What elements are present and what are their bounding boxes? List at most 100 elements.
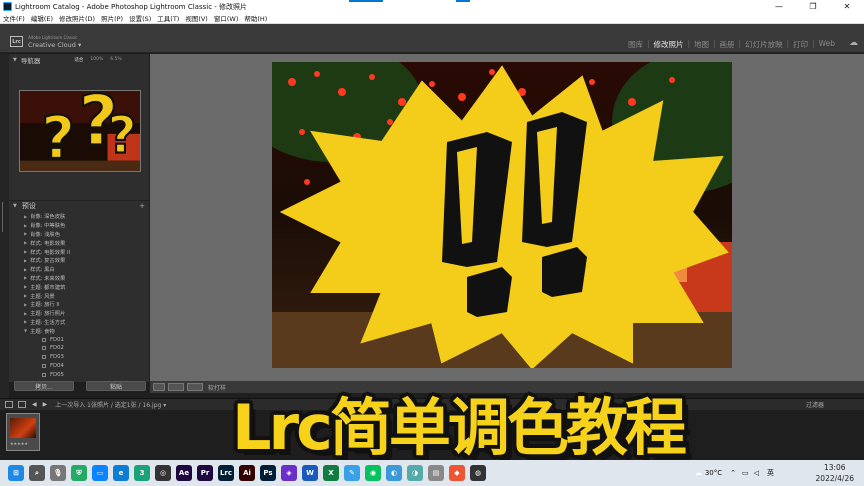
- menu-help[interactable]: 帮助(H): [241, 13, 270, 23]
- search-icon[interactable]: ⌕: [29, 465, 45, 481]
- excel-icon[interactable]: X: [323, 465, 339, 481]
- add-preset-button[interactable]: +: [139, 202, 145, 210]
- photoshop-icon[interactable]: Ps: [260, 465, 276, 481]
- back-arrow-icon[interactable]: ◀: [32, 401, 37, 408]
- mic-icon[interactable]: 🎙: [50, 465, 66, 481]
- network-icon[interactable]: ▭: [742, 469, 749, 477]
- close-button[interactable]: ✕: [830, 0, 864, 13]
- disclosure-triangle-icon[interactable]: ▶: [24, 258, 27, 263]
- presets-header[interactable]: ▼ 预设 +: [9, 200, 149, 210]
- disclosure-triangle-icon[interactable]: ▶: [24, 311, 27, 316]
- preset-group[interactable]: ▶ 肖像: 深色皮肤: [9, 212, 149, 221]
- preset-group[interactable]: ▶ 主题: 都市建筑: [9, 282, 149, 291]
- compare-view-button[interactable]: [168, 383, 184, 391]
- preset-group[interactable]: ▶ 主题: 生活方式: [9, 318, 149, 327]
- zoom-fit[interactable]: 适合: [74, 57, 83, 63]
- menu-photo[interactable]: 照片(P): [98, 13, 126, 23]
- premiere-icon[interactable]: Pr: [197, 465, 213, 481]
- preset-group[interactable]: ▶ 样式: 未来效果: [9, 274, 149, 283]
- weather-temp[interactable]: 30°C: [705, 469, 722, 477]
- navigator-preview[interactable]: ? ? ?: [19, 90, 141, 172]
- disclosure-triangle-icon[interactable]: ▶: [24, 302, 27, 307]
- disclosure-triangle-icon[interactable]: ▶: [24, 231, 27, 236]
- disclosure-triangle-icon[interactable]: ▶: [24, 223, 27, 228]
- menu-develop[interactable]: 修改照片(D): [56, 13, 98, 23]
- loupe-view-button[interactable]: [153, 383, 165, 391]
- preset-group[interactable]: ▶ 主题: 风景: [9, 291, 149, 300]
- disclosure-triangle-icon[interactable]: ▶: [24, 293, 27, 298]
- preset-group[interactable]: ▶ 肖像: 中等肤色: [9, 221, 149, 230]
- filmstrip-thumbnail[interactable]: ★★★★★: [6, 413, 40, 451]
- zoom-custom[interactable]: 6.5%: [110, 57, 121, 63]
- menu-edit[interactable]: 编辑(E): [28, 13, 56, 23]
- preset-item[interactable]: FD02: [9, 344, 149, 353]
- weather-icon[interactable]: ☁: [695, 469, 702, 477]
- disclosure-triangle-icon[interactable]: ▶: [24, 275, 27, 280]
- app7-icon[interactable]: ◆: [449, 465, 465, 481]
- disclosure-triangle-icon[interactable]: ▶: [24, 240, 27, 245]
- edge-icon[interactable]: e: [113, 465, 129, 481]
- before-after-button[interactable]: [187, 383, 203, 391]
- menu-tools[interactable]: 工具(T): [154, 13, 182, 23]
- menu-file[interactable]: 文件(F): [0, 13, 28, 23]
- preset-group[interactable]: ▼ 主题: 食物: [9, 326, 149, 335]
- disclosure-triangle-icon[interactable]: ▶: [24, 267, 27, 272]
- preset-item[interactable]: FD03: [9, 353, 149, 362]
- module-book[interactable]: 画册: [717, 39, 738, 50]
- app4-icon[interactable]: ◐: [386, 465, 402, 481]
- panel-grip[interactable]: [2, 202, 5, 232]
- module-map[interactable]: 地图: [691, 39, 712, 50]
- photo-canvas[interactable]: [150, 54, 864, 381]
- preset-item[interactable]: FD05: [9, 370, 149, 379]
- forward-arrow-icon[interactable]: ▶: [43, 401, 48, 408]
- secondary-window-icon[interactable]: [18, 401, 26, 408]
- illustrator-icon[interactable]: Ai: [239, 465, 255, 481]
- preset-item[interactable]: FD04: [9, 362, 149, 371]
- left-panel-edge[interactable]: [0, 54, 9, 400]
- tray-chevron-icon[interactable]: ⌃: [730, 469, 736, 477]
- menu-view[interactable]: 视图(V): [182, 13, 211, 23]
- main-photo[interactable]: [272, 62, 732, 368]
- minimize-button[interactable]: —: [762, 0, 796, 13]
- volume-icon[interactable]: ◁: [754, 469, 759, 477]
- preset-group[interactable]: ▶ 肖像: 浅肤色: [9, 230, 149, 239]
- module-web[interactable]: Web: [816, 39, 838, 50]
- maximize-button[interactable]: ❐: [796, 0, 830, 13]
- creative-cloud-icon[interactable]: ☁: [849, 38, 858, 48]
- shield-icon[interactable]: ⛨: [71, 465, 87, 481]
- module-develop[interactable]: 修改照片: [650, 39, 686, 50]
- filmstrip-breadcrumb[interactable]: 上一次导入 1张照片 / 选定1张 / 16.jpg ▾: [55, 400, 166, 409]
- preset-item[interactable]: FD01: [9, 335, 149, 344]
- word-icon[interactable]: W: [302, 465, 318, 481]
- disclosure-triangle-icon[interactable]: ▼: [24, 328, 27, 333]
- creative-cloud-menu[interactable]: Creative Cloud ▾: [28, 41, 81, 49]
- collapse-triangle-icon[interactable]: ▼: [13, 57, 17, 63]
- app-icon[interactable]: ◈: [281, 465, 297, 481]
- ime-indicator[interactable]: 英: [767, 468, 774, 478]
- app5-icon[interactable]: ◑: [407, 465, 423, 481]
- preset-group[interactable]: ▶ 主题: 旅行照片: [9, 309, 149, 318]
- disclosure-triangle-icon[interactable]: ▶: [24, 214, 27, 219]
- module-slideshow[interactable]: 幻灯片放映: [742, 39, 786, 50]
- grid-view-icon[interactable]: [5, 401, 13, 408]
- app2-icon[interactable]: ✎: [344, 465, 360, 481]
- dvd-icon[interactable]: ◎: [155, 465, 171, 481]
- clock[interactable]: 13:06 2022/4/26: [816, 462, 854, 484]
- preset-group[interactable]: ▶ 主题: 旅行 II: [9, 300, 149, 309]
- navigator-header[interactable]: ▼ 导航器 适合 100% 6.5%: [9, 54, 149, 65]
- davinci-icon[interactable]: ◍: [470, 465, 486, 481]
- star-rating[interactable]: ★★★★★: [10, 441, 28, 446]
- disclosure-triangle-icon[interactable]: ▶: [24, 249, 27, 254]
- after-effects-icon[interactable]: Ae: [176, 465, 192, 481]
- zoom-100[interactable]: 100%: [90, 57, 103, 63]
- filter-label[interactable]: 过滤器: [806, 400, 824, 409]
- menu-window[interactable]: 窗口(W): [211, 13, 242, 23]
- app3-icon[interactable]: 3: [134, 465, 150, 481]
- lightroom-icon[interactable]: Lrc: [218, 465, 234, 481]
- preset-group[interactable]: ▶ 样式: 电影效果: [9, 238, 149, 247]
- disclosure-triangle-icon[interactable]: ▶: [24, 284, 27, 289]
- wechat-icon[interactable]: ◉: [365, 465, 381, 481]
- disclosure-triangle-icon[interactable]: ▶: [24, 319, 27, 324]
- preset-group[interactable]: ▶ 样式: 复古效果: [9, 256, 149, 265]
- preset-group[interactable]: ▶ 样式: 黑白: [9, 265, 149, 274]
